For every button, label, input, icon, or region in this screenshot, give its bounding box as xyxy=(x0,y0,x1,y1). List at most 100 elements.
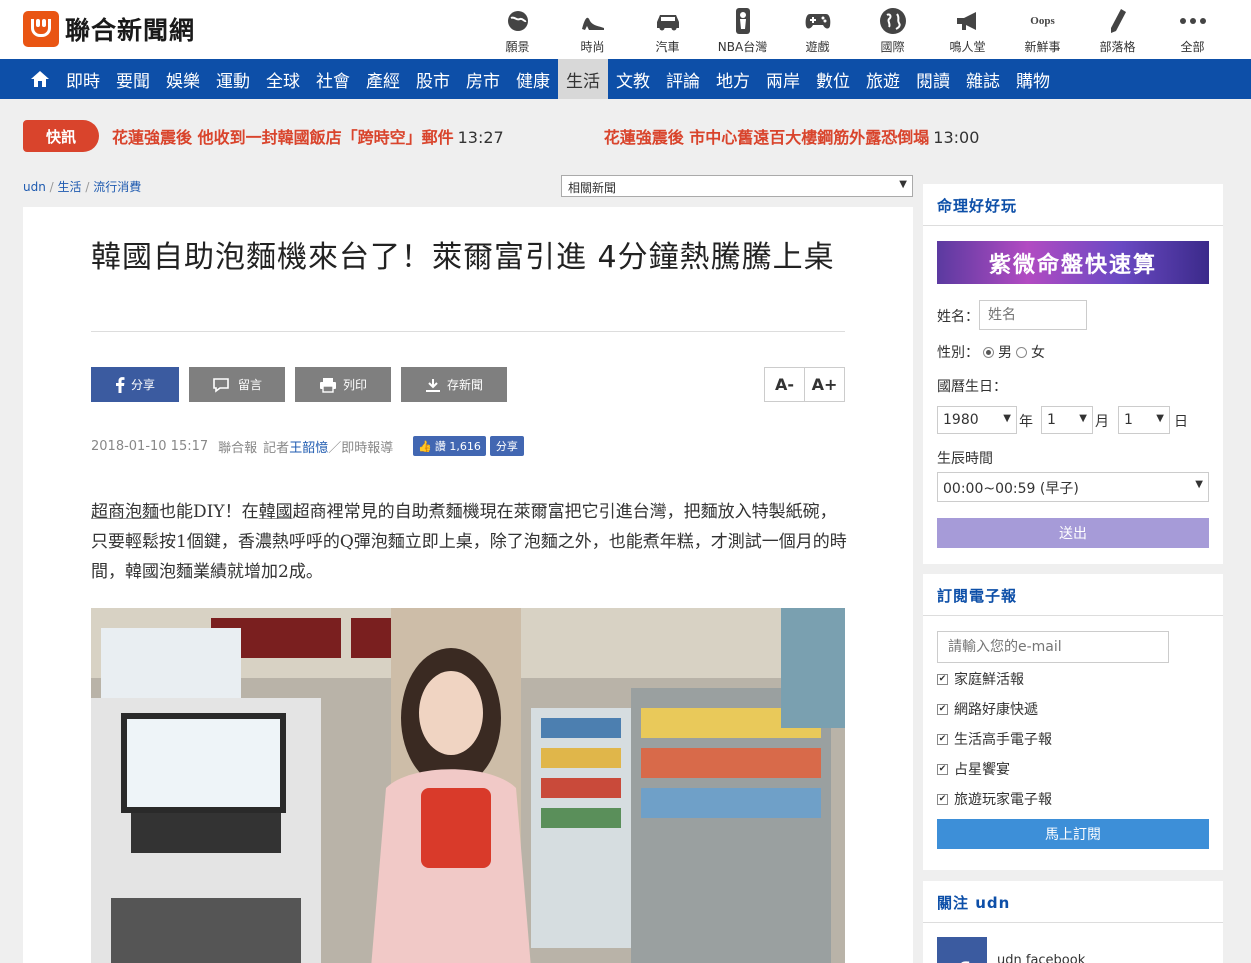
dropdown-arrow-icon: ▼ xyxy=(1195,479,1203,490)
checkbox-checked-icon: ✔ xyxy=(937,763,948,775)
nav-item-instant[interactable]: 即時 xyxy=(58,59,108,99)
comment-button[interactable]: 留言 xyxy=(189,367,285,402)
topnav-item-oops[interactable]: Oops 新鮮事 xyxy=(1005,4,1080,55)
site-logo[interactable]: 聯合新聞網 xyxy=(23,11,195,47)
facebook-link[interactable]: udn facebook xyxy=(997,953,1085,963)
nav-item-local[interactable]: 地方 xyxy=(708,59,758,99)
topnav-item-fashion[interactable]: 時尚 xyxy=(555,4,630,55)
font-size-control: A- A+ xyxy=(764,367,845,402)
top-channel-nav: 願景 時尚 汽車 NBA台灣 遊戲 國際 鳴人堂 Oops 新鮮事 部落格 全部 xyxy=(480,4,1230,55)
font-decrease-button[interactable]: A- xyxy=(765,368,805,401)
newsletter-option[interactable]: ✔ 旅遊玩家電子報 xyxy=(937,789,1052,809)
breadcrumb-udn[interactable]: udn xyxy=(23,180,46,194)
nav-item-housing[interactable]: 房市 xyxy=(458,59,508,99)
breaking-time: 13:00 xyxy=(933,128,980,147)
article-headline: 韓國自助泡麵機來台了！萊爾富引進 4分鐘熱騰騰上桌 xyxy=(91,240,835,275)
article-body: 超商泡麵也能DIY！在韓國超商裡常見的自助煮麵機現在萊爾富把它引進台灣，把麵放入… xyxy=(91,502,847,582)
newsletter-option[interactable]: ✔ 占星饗宴 xyxy=(937,759,1010,779)
topnav-item-all[interactable]: 全部 xyxy=(1155,4,1230,55)
newsletter-widget: 訂閱電子報 ✔家庭鮮活報 ✔網路好康快遞 ✔生活高手電子報 ✔占星饗宴 ✔旅遊玩… xyxy=(923,574,1223,870)
email-input[interactable] xyxy=(937,631,1169,663)
megaphone-icon xyxy=(930,4,1005,38)
breadcrumb-consumer[interactable]: 流行消費 xyxy=(93,180,141,194)
site-header: 聯合新聞網 願景 時尚 汽車 NBA台灣 遊戲 國際 鳴人堂 Oops 新鮮事 … xyxy=(0,0,1251,59)
checkbox-checked-icon: ✔ xyxy=(937,703,948,715)
newsletter-option[interactable]: ✔ 網路好康快遞 xyxy=(937,699,1038,719)
breaking-badge: 快訊 xyxy=(23,120,99,152)
topnav-item-car[interactable]: 汽車 xyxy=(630,4,705,55)
topnav-item-nba[interactable]: NBA台灣 xyxy=(705,4,780,55)
subscribe-button[interactable]: 馬上訂閱 xyxy=(937,819,1209,849)
dropdown-arrow-icon: ▼ xyxy=(899,179,907,190)
nav-item-headlines[interactable]: 要聞 xyxy=(108,59,158,99)
topnav-item-blog[interactable]: 部落格 xyxy=(1080,4,1155,55)
topnav-item-world[interactable]: 國際 xyxy=(855,4,930,55)
topnav-item-opinion[interactable]: 鳴人堂 xyxy=(930,4,1005,55)
facebook-like-button[interactable]: 👍 讚 1,616 xyxy=(413,436,486,456)
related-news-select[interactable]: 相關新聞 ▼ xyxy=(561,175,913,197)
article-source: 聯合報 xyxy=(218,440,258,456)
nav-item-digital[interactable]: 數位 xyxy=(808,59,858,99)
nav-item-health[interactable]: 健康 xyxy=(508,59,558,99)
birth-hour-select[interactable]: 00:00~00:59 (早子) ▼ xyxy=(937,472,1209,502)
nav-item-cross-strait[interactable]: 兩岸 xyxy=(758,59,808,99)
download-icon xyxy=(425,377,441,393)
topnav-item-vision[interactable]: 願景 xyxy=(480,4,555,55)
nav-item-reading[interactable]: 閱讀 xyxy=(908,59,958,99)
reporter-link[interactable]: 王韶憶 xyxy=(289,437,328,456)
birth-day-select[interactable]: 1 ▼ xyxy=(1118,406,1170,434)
nav-item-global[interactable]: 全球 xyxy=(258,59,308,99)
birth-month-select[interactable]: 1 ▼ xyxy=(1041,406,1093,434)
car-icon xyxy=(630,4,705,38)
fortune-submit-button[interactable]: 送出 xyxy=(937,518,1209,548)
breaking-time: 13:27 xyxy=(457,128,504,147)
headline-divider xyxy=(91,331,845,332)
breaking-news-link[interactable]: 花蓮強震後 市中心舊遠百大樓鋼筋外露恐倒塌 13:00 xyxy=(604,124,980,148)
gamepad-icon xyxy=(780,4,855,38)
nav-item-business[interactable]: 產經 xyxy=(358,59,408,99)
print-button[interactable]: 列印 xyxy=(295,367,391,402)
logo-text: 聯合新聞網 xyxy=(65,16,196,45)
font-increase-button[interactable]: A+ xyxy=(805,368,844,401)
facebook-share-button[interactable]: 分享 xyxy=(489,436,524,456)
nav-item-shopping[interactable]: 購物 xyxy=(1008,59,1058,99)
world-icon xyxy=(855,4,930,38)
printer-icon xyxy=(319,377,337,393)
tag-link[interactable]: 韓國 xyxy=(259,502,293,522)
pen-icon xyxy=(1080,4,1155,38)
ziwei-banner[interactable]: 紫微命盤快速算 xyxy=(937,241,1209,284)
nav-item-education[interactable]: 文教 xyxy=(608,59,658,99)
nav-item-life[interactable]: 生活 xyxy=(558,59,608,99)
nav-item-sports[interactable]: 運動 xyxy=(208,59,258,99)
birth-year-select[interactable]: 1980 ▼ xyxy=(937,406,1017,434)
nav-item-society[interactable]: 社會 xyxy=(308,59,358,99)
fortune-title: 命理好好玩 xyxy=(923,184,1223,226)
logo-mark-icon xyxy=(23,11,59,47)
home-icon[interactable] xyxy=(22,59,58,99)
save-news-button[interactable]: 存新聞 xyxy=(401,367,507,402)
newsletter-option[interactable]: ✔ 家庭鮮活報 xyxy=(937,669,1024,689)
facebook-icon[interactable] xyxy=(937,937,987,963)
name-input[interactable] xyxy=(979,300,1087,330)
main-category-nav: 即時 要聞 娛樂 運動 全球 社會 產經 股市 房市 健康 生活 文教 評論 地… xyxy=(0,59,1251,99)
nav-item-entertainment[interactable]: 娛樂 xyxy=(158,59,208,99)
article-meta: 2018-01-10 15:17 聯合報 記者 王韶憶 ／即時報導 👍 讚 1,… xyxy=(91,436,524,456)
nav-item-stocks[interactable]: 股市 xyxy=(408,59,458,99)
nav-item-opinion[interactable]: 評論 xyxy=(658,59,708,99)
fortune-widget: 命理好好玩 紫微命盤快速算 姓名： 性別： 男 女 國曆生日： 1980▼ 年 … xyxy=(923,184,1223,564)
oops-icon: Oops xyxy=(1030,15,1055,27)
nav-item-magazine[interactable]: 雜誌 xyxy=(958,59,1008,99)
gender-male-radio[interactable] xyxy=(983,346,994,358)
breaking-news-link[interactable]: 花蓮強震後 他收到一封韓國飯店「跨時空」郵件 13:27 xyxy=(112,124,504,148)
facebook-icon xyxy=(115,376,125,393)
tag-link[interactable]: 超商泡麵 xyxy=(91,502,159,522)
newsletter-option[interactable]: ✔ 生活高手電子報 xyxy=(937,729,1052,749)
breadcrumb-life[interactable]: 生活 xyxy=(58,180,82,194)
gender-female-radio[interactable] xyxy=(1016,346,1027,358)
more-dots-icon xyxy=(1155,4,1230,38)
nba-icon xyxy=(705,4,780,38)
globe-icon xyxy=(480,4,555,38)
nav-item-travel[interactable]: 旅遊 xyxy=(858,59,908,99)
share-button[interactable]: 分享 xyxy=(91,367,179,402)
topnav-item-games[interactable]: 遊戲 xyxy=(780,4,855,55)
